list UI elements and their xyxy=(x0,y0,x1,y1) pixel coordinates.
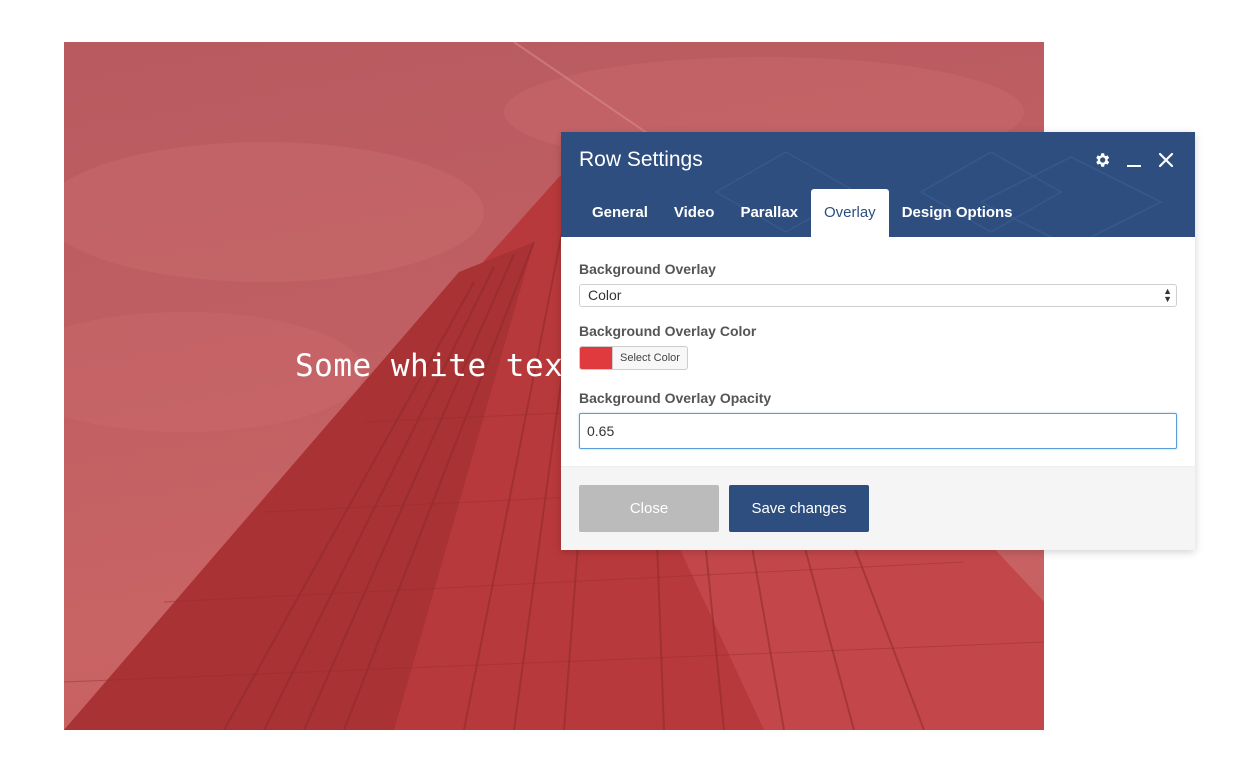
close-icon[interactable] xyxy=(1155,149,1177,171)
background-overlay-color-label: Background Overlay Color xyxy=(579,323,757,339)
header-icons xyxy=(1091,149,1177,171)
settings-tabs: General Video Parallax Overlay Design Op… xyxy=(579,189,1026,237)
tab-overlay[interactable]: Overlay xyxy=(811,189,889,237)
tab-general[interactable]: General xyxy=(579,189,661,237)
select-color-button[interactable]: Select Color xyxy=(579,346,688,370)
gear-icon[interactable] xyxy=(1091,149,1113,171)
close-button[interactable]: Close xyxy=(579,485,719,532)
modal-title: Row Settings xyxy=(579,148,703,171)
tab-design-options[interactable]: Design Options xyxy=(889,189,1026,237)
modal-footer: Close Save changes xyxy=(561,466,1195,550)
color-swatch xyxy=(580,347,612,369)
modal-body: Background Overlay Color ▲ ▼ Background O… xyxy=(561,237,1195,467)
background-overlay-label: Background Overlay xyxy=(579,261,716,277)
tab-video[interactable]: Video xyxy=(661,189,728,237)
minimize-icon[interactable] xyxy=(1123,149,1145,171)
background-overlay-value: Color xyxy=(588,287,622,303)
select-arrows-icon: ▲ ▼ xyxy=(1163,286,1172,304)
tab-parallax[interactable]: Parallax xyxy=(727,189,811,237)
modal-header[interactable]: Row Settings General Video Parallax Over… xyxy=(561,132,1195,237)
background-overlay-opacity-label: Background Overlay Opacity xyxy=(579,390,772,406)
background-overlay-select[interactable]: Color ▲ ▼ xyxy=(579,284,1177,307)
row-settings-modal: Row Settings General Video Parallax Over… xyxy=(561,132,1195,550)
page: Some white tex Row Settings General Vide… xyxy=(0,0,1236,766)
background-overlay-opacity-input[interactable] xyxy=(579,413,1177,449)
select-color-label: Select Color xyxy=(612,347,687,369)
save-changes-button[interactable]: Save changes xyxy=(729,485,869,532)
hero-text: Some white tex xyxy=(295,348,564,384)
